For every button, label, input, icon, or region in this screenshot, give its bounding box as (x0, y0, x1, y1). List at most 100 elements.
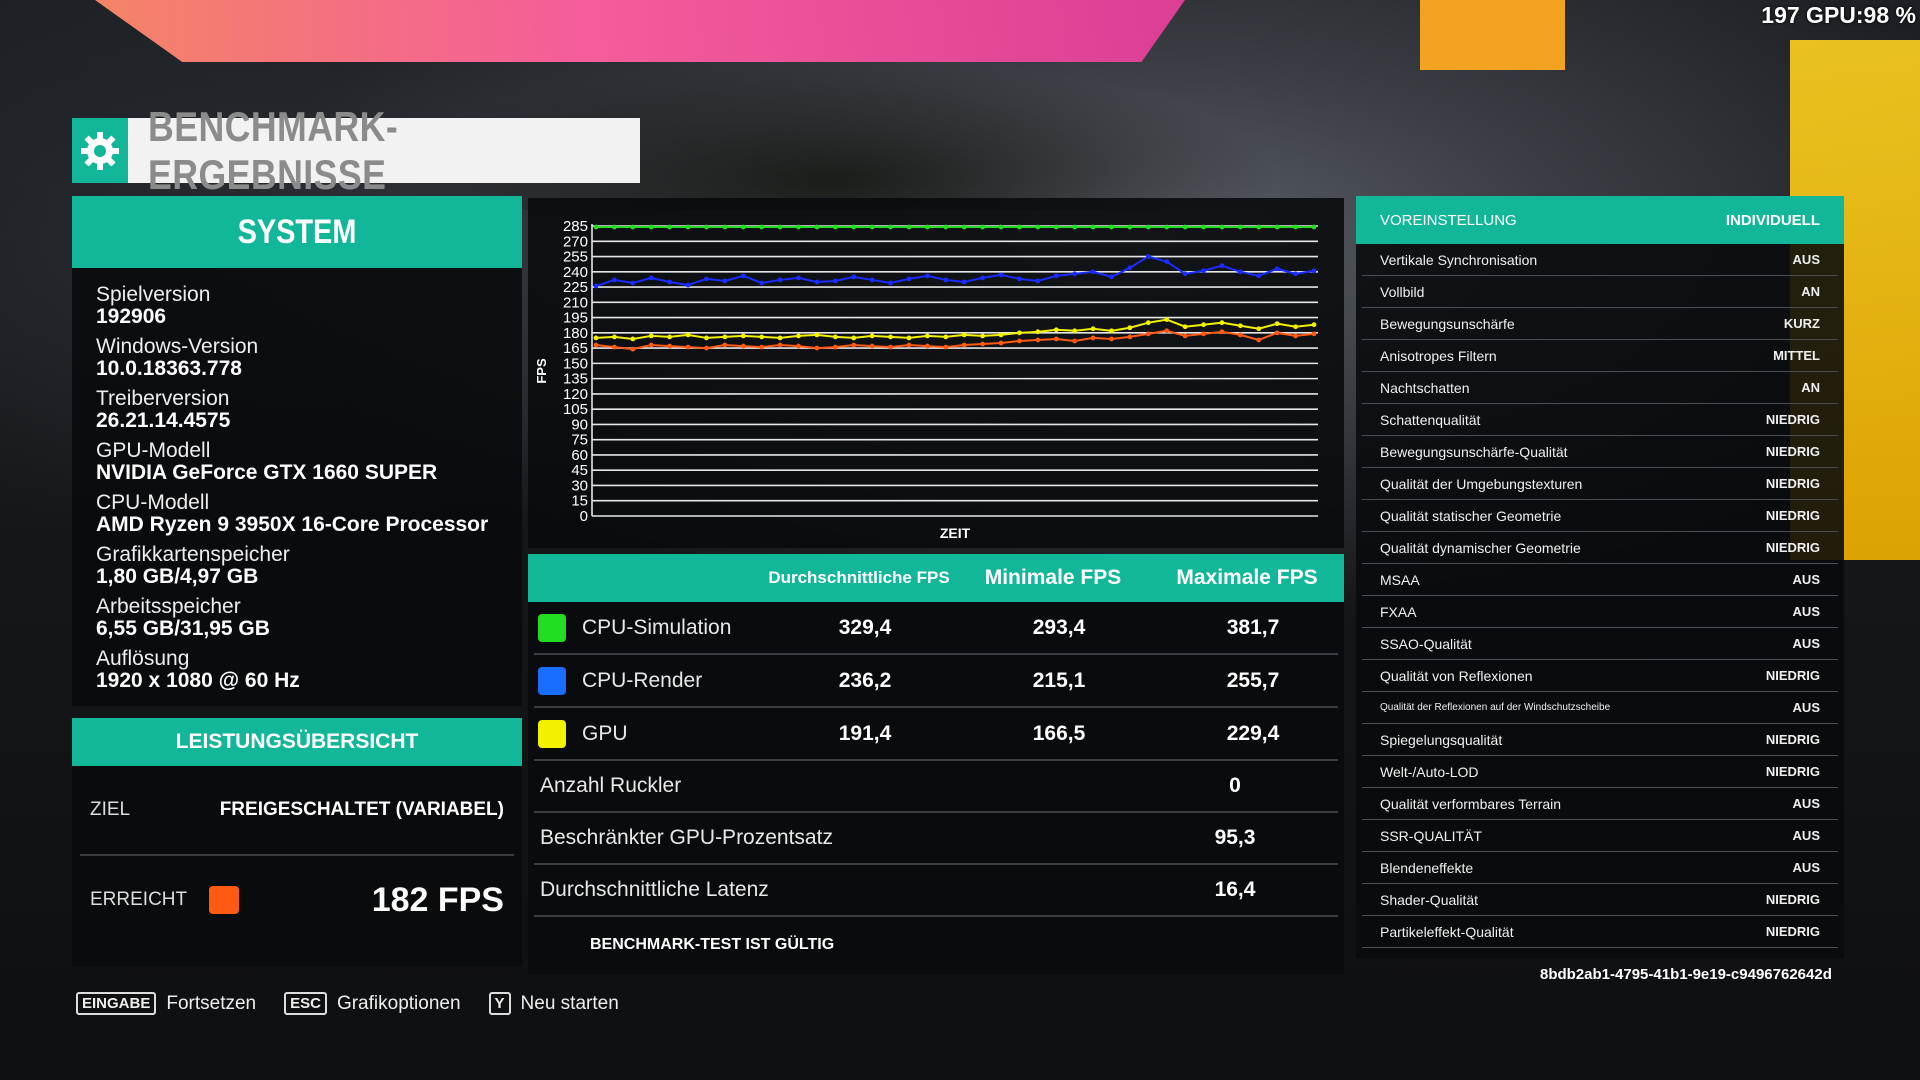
osd-overlay: 197 GPU:98 % (1761, 2, 1916, 28)
data-point (593, 283, 599, 289)
setting-value: MITTEL (1773, 348, 1820, 363)
data-point (906, 224, 912, 230)
setting-row: Qualität dynamischer Geometrie NIEDRIG (1362, 532, 1838, 564)
data-point (1035, 278, 1041, 284)
data-point (1201, 268, 1206, 274)
max-fps-value: 381,7 (1226, 615, 1280, 639)
data-point (906, 335, 912, 341)
data-point (667, 279, 673, 285)
data-point (1182, 324, 1188, 330)
data-point (869, 333, 875, 339)
data-point (722, 334, 728, 340)
hint-fortsetzen-button[interactable]: EINGABE Fortsetzen (76, 992, 256, 1015)
system-info-value: AMD Ryzen 9 3950X 16-Core Processor (96, 513, 489, 536)
background-sign (1420, 0, 1565, 70)
setting-value: NIEDRIG (1765, 412, 1820, 427)
max-fps-value: 229,4 (1226, 721, 1280, 745)
data-point (704, 224, 709, 230)
data-point (796, 224, 801, 230)
data-point (980, 224, 986, 230)
data-point (888, 280, 893, 286)
data-point (612, 344, 617, 350)
data-point (630, 224, 636, 230)
data-point (1237, 332, 1243, 338)
system-info-item: GPU-Modell NVIDIA GeForce GTX 1660 SUPER (96, 440, 498, 484)
system-info-label: Windows-Version (96, 335, 259, 358)
data-point (648, 342, 654, 348)
data-point (593, 224, 599, 230)
data-point (667, 343, 673, 349)
data-point (851, 335, 857, 341)
data-point (630, 280, 636, 286)
setting-value: AUS (1792, 604, 1820, 619)
data-point (1109, 336, 1114, 342)
data-point (1035, 224, 1041, 230)
data-point (722, 224, 728, 230)
y-tick-label: 285 (563, 218, 588, 235)
setting-row: Qualität der Umgebungstexturen NIEDRIG (1362, 468, 1838, 500)
data-point (740, 224, 746, 230)
system-info-item: CPU-Modell AMD Ryzen 9 3950X 16-Core Pro… (96, 492, 498, 536)
hint-grafikoptionen-button[interactable]: ESC Grafikoptionen (284, 992, 461, 1015)
data-point (648, 275, 654, 281)
preset-header: VOREINSTELLUNG INDIVIDUELL (1356, 196, 1844, 244)
data-point (814, 345, 820, 351)
data-point (1017, 276, 1022, 282)
data-point (648, 333, 654, 339)
data-point (612, 224, 617, 230)
results-row: CPU-Render 236,2 215,1 255,7 (534, 655, 1338, 708)
data-point (630, 336, 636, 342)
setting-value: NIEDRIG (1765, 732, 1820, 747)
data-point (1293, 271, 1298, 277)
achieved-label: ERREICHT (90, 889, 188, 910)
y-tick-label: 195 (563, 310, 588, 327)
data-point (1017, 338, 1022, 344)
data-point (740, 333, 746, 339)
data-point (1127, 325, 1133, 331)
system-info-value: 10.0.18363.778 (96, 357, 242, 380)
hint-neu starten-button[interactable]: Y Neu starten (488, 992, 619, 1015)
setting-label: SSR-QUALITÄT (1380, 827, 1482, 844)
setting-label: Vertikale Synchronisation (1380, 251, 1538, 268)
y-tick-label: 270 (563, 233, 588, 250)
data-point (832, 334, 838, 340)
setting-label: Schattenqualität (1380, 411, 1481, 428)
x-axis-label: ZEIT (940, 525, 971, 541)
header-avg-fps: Durchschnittliche FPS (768, 568, 950, 587)
data-point (1072, 271, 1078, 277)
esc-key-icon: ESC (284, 992, 327, 1015)
data-point (1090, 224, 1096, 230)
setting-label: Qualität von Reflexionen (1380, 667, 1533, 684)
data-point (998, 272, 1004, 278)
data-point (924, 273, 930, 279)
data-point (1237, 224, 1243, 230)
setting-value: AN (1801, 284, 1820, 299)
setting-value: KURZ (1783, 316, 1820, 331)
system-info-label: Grafikkartenspeicher (96, 543, 290, 566)
data-point (1017, 224, 1022, 230)
data-point (1274, 330, 1280, 336)
settings-panel: VOREINSTELLUNG INDIVIDUELL Vertikale Syn… (1356, 196, 1844, 958)
system-info-value: 1,80 GB/4,97 GB (96, 565, 259, 588)
data-point (1035, 329, 1041, 335)
setting-value: NIEDRIG (1765, 540, 1820, 555)
data-point (1053, 336, 1059, 342)
data-point (961, 332, 967, 338)
setting-label: Anisotropes Filtern (1380, 347, 1497, 364)
enter-key-icon: EINGABE (76, 992, 157, 1015)
system-info-label: GPU-Modell (96, 439, 211, 462)
data-point (924, 343, 930, 349)
data-point (1182, 224, 1188, 230)
data-point (906, 342, 912, 348)
system-info-label: Arbeitsspeicher (96, 595, 241, 618)
data-point (832, 224, 838, 230)
data-point (1311, 322, 1317, 328)
data-point (832, 344, 838, 350)
system-info-label: Treiberversion (96, 387, 230, 410)
setting-label: Bewegungsunschärfe (1380, 315, 1515, 332)
data-point (980, 333, 986, 339)
setting-row: Welt-/Auto-LOD NIEDRIG (1362, 756, 1838, 788)
avg-fps-value: 329,4 (838, 615, 892, 639)
data-point (1164, 224, 1170, 230)
min-fps-value: 293,4 (1032, 615, 1086, 639)
